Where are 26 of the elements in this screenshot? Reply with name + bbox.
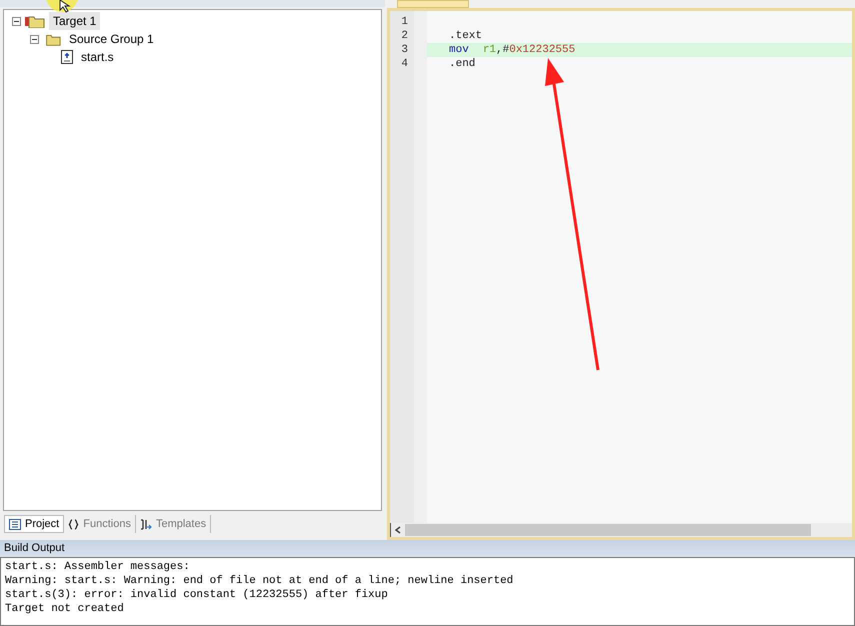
tree-item[interactable]: Target 1: [49, 12, 100, 30]
output-header: Build Output: [0, 540, 855, 557]
output-line: Target not created: [5, 602, 125, 616]
scrollbar-thumb[interactable]: [405, 524, 811, 536]
line-number: 3: [400, 43, 409, 57]
panel-tab[interactable]: Templates: [136, 515, 212, 533]
collapse-toggle[interactable]: [12, 16, 21, 26]
line-number: 1: [400, 15, 409, 29]
folder-icon: [25, 14, 45, 28]
file-icon: [61, 50, 73, 64]
output-line: start.s(3): error: invalid constant (12232555) after fixup: [5, 588, 389, 602]
tree-item[interactable]: Source Group 1: [65, 30, 158, 48]
collapse-toggle[interactable]: [30, 34, 39, 44]
code-line: .text: [448, 29, 484, 43]
code-line: .end: [448, 57, 476, 71]
project-icon: [9, 518, 21, 530]
panel-tab[interactable]: Project: [4, 515, 64, 533]
output-line: Warning: start.s: Warning: end of file not at end of a line; newline inserted: [5, 574, 514, 588]
panel-tab[interactable]: Functions: [64, 515, 136, 533]
tree-item[interactable]: start.s: [77, 48, 118, 66]
folder-icon: [43, 32, 61, 46]
template-icon: [140, 518, 152, 530]
line-number: 4: [400, 57, 409, 71]
line-number: 2: [400, 29, 409, 43]
braces-icon: [68, 518, 80, 530]
output-line: start.s: Assembler messages:: [5, 560, 191, 574]
